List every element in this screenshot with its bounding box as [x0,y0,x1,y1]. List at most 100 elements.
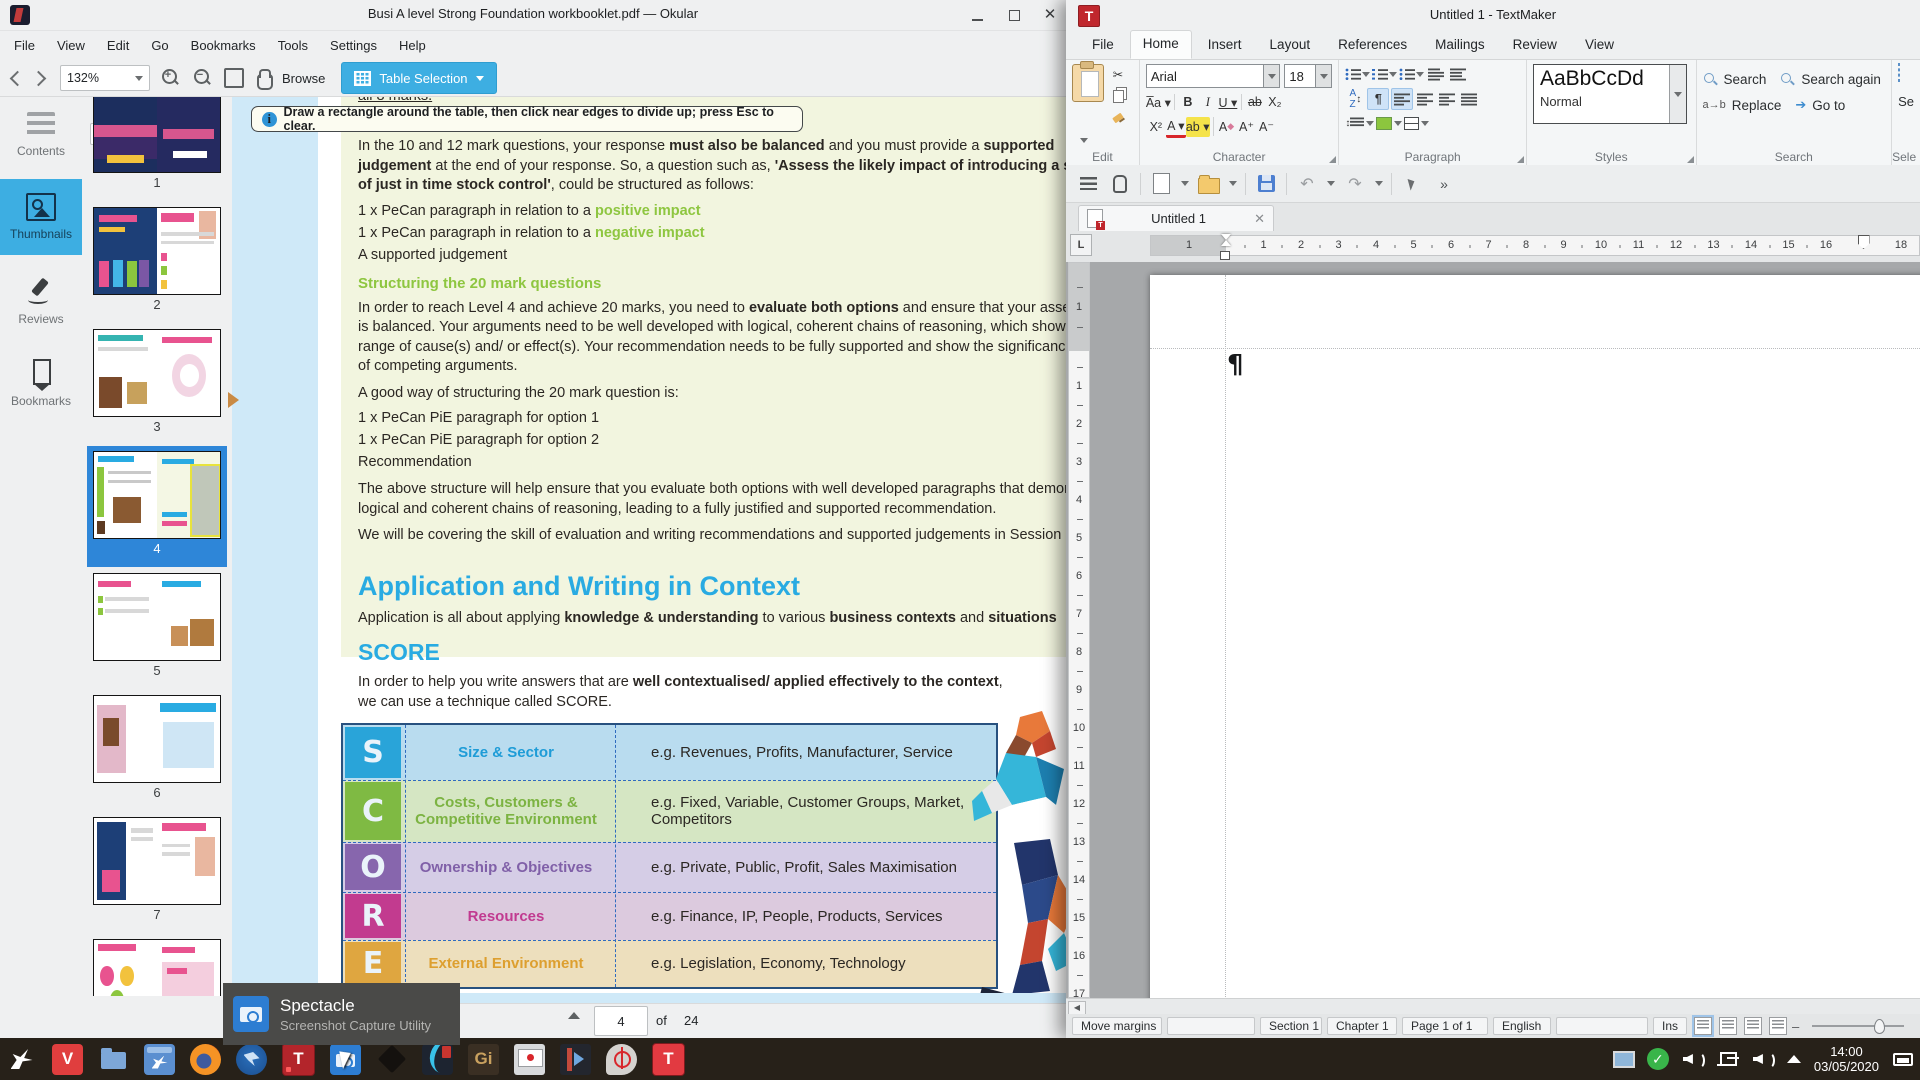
volume-tray-icon[interactable] [1682,1048,1704,1070]
browse-label[interactable]: Browse [282,71,325,86]
display-tray-icon[interactable] [1612,1048,1634,1070]
table-selection-button[interactable]: Table Selection [341,62,496,94]
current-page-input[interactable] [594,1006,648,1036]
dove-blue-icon[interactable] [144,1044,175,1075]
firefox-icon[interactable] [190,1044,221,1075]
bullet-list-button[interactable] [1345,64,1370,84]
italic-button[interactable]: I [1198,92,1218,112]
styles-combobox[interactable]: AaBbCcDdNormal [1533,64,1687,124]
tab-insert[interactable]: Insert [1196,32,1254,59]
back-icon[interactable] [10,70,26,86]
thumbnail-item-3[interactable]: 3 [93,329,221,441]
search-item-search-again[interactable]: Search again [1780,66,1881,92]
horizontal-scrollbar[interactable]: ◀ [1066,998,1920,1015]
align-center-button[interactable] [1415,89,1435,109]
paste-dropdown-icon[interactable] [1080,138,1088,143]
horizontal-ruler[interactable]: 11234567891011121314151618 [1150,235,1920,256]
maximize-button[interactable] [1006,7,1024,23]
borders-button[interactable] [1404,113,1429,133]
open-file-icon[interactable] [1197,172,1221,196]
thumbnail-item-7[interactable]: 7 [93,817,221,929]
search-item-search[interactable]: Search [1703,66,1767,92]
numbered-list-button[interactable] [1372,64,1397,84]
textmaker-titlebar[interactable]: T Untitled 1 - TextMaker [1066,0,1920,30]
sidebar-tab-contents[interactable]: Contents [0,97,82,173]
multilevel-list-button[interactable] [1399,64,1424,84]
sidebar-tab-thumbnails[interactable]: Thumbnails [0,179,82,255]
thumbnail-item-2[interactable]: 2 [93,207,221,319]
object-mode-pointer-icon[interactable] [1400,172,1424,196]
zoom-out-icon[interactable]: – [1792,1019,1799,1034]
okular-menu-bookmarks[interactable]: Bookmarks [191,38,256,53]
paste-button[interactable] [1072,64,1104,102]
inkscape-icon[interactable] [376,1044,407,1075]
subscript-button[interactable]: X₂ [1265,92,1285,112]
zoom-knob-icon[interactable] [1874,1019,1885,1034]
close-tab-icon[interactable]: ✕ [1254,211,1265,227]
zoom-level-combobox[interactable]: 132% [60,65,150,91]
save-icon[interactable] [1254,172,1278,196]
textmaker-icon[interactable]: T [282,1043,315,1076]
tab-layout[interactable]: Layout [1258,32,1323,59]
score-table[interactable]: SSize & Sectore.g. Revenues, Profits, Ma… [341,723,998,989]
cut-icon[interactable]: ✂ [1108,64,1128,84]
increase-indent-button[interactable] [1448,64,1468,84]
okular-menu-help[interactable]: Help [399,38,426,53]
toolbar-overflow-icon[interactable]: » [1432,172,1456,196]
document-tab[interactable]: Untitled 1 ✕ [1078,205,1274,231]
vivaldi-icon[interactable]: V [52,1044,83,1075]
sidebar-resize-handle-icon[interactable] [228,392,239,408]
vertical-ruler[interactable]: 11234567891011121314151617 [1068,262,1090,998]
format-painter-icon[interactable] [1108,108,1128,128]
font-name-combobox[interactable]: Arial [1146,64,1281,88]
status-cell-chapter-1[interactable]: Chapter 1 [1327,1017,1397,1035]
thumbnail-item-4[interactable]: 4 [93,451,221,563]
highlight-button[interactable]: ab ▾ [1186,117,1210,137]
left-indent-square-icon[interactable] [1220,251,1230,260]
redo-dropdown-icon[interactable] [1375,181,1383,186]
shading-button[interactable] [1376,113,1402,133]
sidebar-tab-reviews[interactable]: Reviews [0,263,82,339]
grow-font-button[interactable]: A⁺ [1237,117,1257,137]
shrink-font-button[interactable]: A⁻ [1257,117,1277,137]
tab-mailings[interactable]: Mailings [1423,32,1497,59]
underline-button[interactable]: U ▾ [1218,92,1238,112]
strikethrough-button[interactable]: ab [1245,92,1265,112]
font-size-combobox[interactable]: 18 [1284,64,1332,88]
align-right-button[interactable] [1437,89,1457,109]
tab-view[interactable]: View [1573,32,1626,59]
superscript-button[interactable]: X² [1146,117,1166,137]
scroll-left-icon[interactable]: ◀ [1068,1001,1086,1015]
launcher-dove-icon[interactable] [6,1044,37,1075]
status-cell-section-1[interactable]: Section 1 [1260,1017,1322,1035]
clear-formatting-button[interactable]: A◆ [1217,117,1237,137]
okular-menu-edit[interactable]: Edit [107,38,129,53]
sidebar-tab-bookmarks[interactable]: Bookmarks [0,345,82,421]
page-spin-up-icon[interactable] [568,1012,580,1019]
thumbnail-item-5[interactable]: 5 [93,573,221,685]
outline-view-icon[interactable] [1769,1017,1787,1035]
copy-icon[interactable] [1108,86,1128,106]
menu-hamburger-icon[interactable] [1076,172,1100,196]
network-tray-icon[interactable] [1717,1048,1739,1070]
status-cell-page-1-of-1[interactable]: Page 1 of 1 [1402,1017,1488,1035]
minimize-button[interactable] [969,7,987,23]
close-button[interactable]: ✕ [1041,7,1059,23]
zoom-in-icon[interactable]: + [160,67,182,89]
indent-marker-icon[interactable] [1221,234,1231,244]
document-page[interactable] [1150,275,1920,998]
undo-icon[interactable]: ↶ [1295,172,1319,196]
redo-icon[interactable]: ↷ [1343,172,1367,196]
okular-menu-tools[interactable]: Tools [278,38,308,53]
curve-app-icon[interactable] [422,1044,453,1075]
select-frame-icon[interactable] [1898,63,1900,82]
thumbnail-item-1[interactable]: 1 [93,97,221,197]
new-dropdown-icon[interactable] [1181,181,1189,186]
textmaker-active-icon[interactable]: T [652,1043,685,1076]
gimp-gi-icon[interactable]: Gi [468,1044,499,1075]
align-left-button[interactable] [1391,88,1413,110]
search-item-replace[interactable]: a→bReplace [1703,92,1782,118]
video-editor-icon[interactable] [560,1044,591,1075]
tab-review[interactable]: Review [1501,32,1569,59]
formatting-marks-button[interactable]: ¶ [1367,88,1389,110]
